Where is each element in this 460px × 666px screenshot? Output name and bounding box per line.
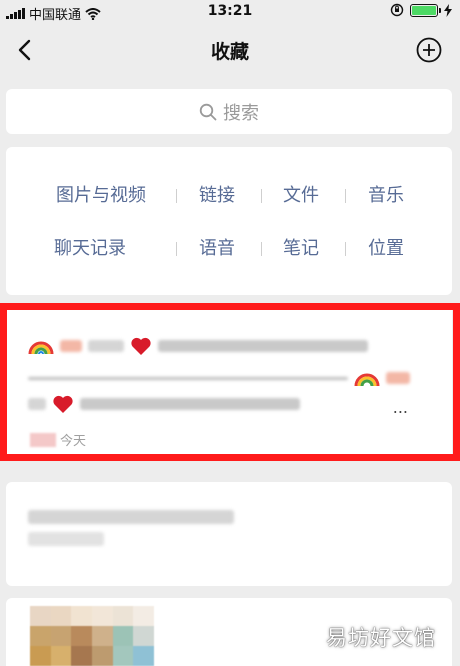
blurred-text [28,398,46,410]
category-divider [261,242,262,256]
category-location[interactable]: 位置 [361,234,411,264]
favorite-ellipsis: ... [392,398,408,417]
watermark-text: 易坊好文馆 [326,626,436,650]
blurred-rule [28,376,348,380]
blurred-source [30,432,56,447]
add-icon[interactable] [416,37,442,63]
blurred-emoji [60,340,82,352]
favorite-item[interactable] [6,482,452,586]
blurred-text [28,532,104,546]
blurred-emoji [386,372,410,384]
category-row-1: 图片与视频 链接 文件 音乐 [6,181,452,211]
category-divider [345,242,346,256]
search-input[interactable]: 搜索 [6,89,452,134]
blurred-text [158,340,368,352]
category-music[interactable]: 音乐 [361,181,411,211]
category-divider [345,189,346,203]
favorite-text-line-3 [28,392,300,416]
favorite-text-line-1 [28,334,368,358]
search-placeholder: 搜索 [223,102,259,124]
category-divider [176,242,177,256]
category-images-videos[interactable]: 图片与视频 [42,181,160,211]
status-right [390,3,452,17]
favorite-date: 今天 [60,434,87,449]
heart-emoji-icon [131,337,151,355]
category-divider [261,189,262,203]
rainbow-emoji-icon [354,373,380,387]
orientation-lock-icon [390,3,404,17]
favorite-text-line-2 [28,366,410,390]
status-bar: 中国联通 13:21 [0,0,460,24]
search-icon [199,103,217,120]
blurred-text [80,398,300,410]
category-row-2: 聊天记录 语音 笔记 位置 [6,234,452,264]
category-notes[interactable]: 笔记 [276,234,326,264]
category-chat-history[interactable]: 聊天记录 [42,234,138,264]
page-title: 收藏 [210,41,249,63]
category-panel: 图片与视频 链接 文件 音乐 聊天记录 语音 笔记 位置 [6,147,452,295]
blurred-thumbnail [30,606,154,666]
battery-icon [410,3,441,17]
category-files[interactable]: 文件 [276,181,326,211]
charging-icon [444,3,452,17]
nav-bar: 收藏 [0,24,460,76]
blurred-text [88,340,124,352]
blurred-text [28,510,234,524]
category-divider [176,189,177,203]
category-voice[interactable]: 语音 [192,234,242,264]
rainbow-emoji-icon [28,341,54,355]
favorite-meta: 今天 [30,430,86,449]
category-links[interactable]: 链接 [192,181,242,211]
heart-emoji-icon [53,395,73,413]
